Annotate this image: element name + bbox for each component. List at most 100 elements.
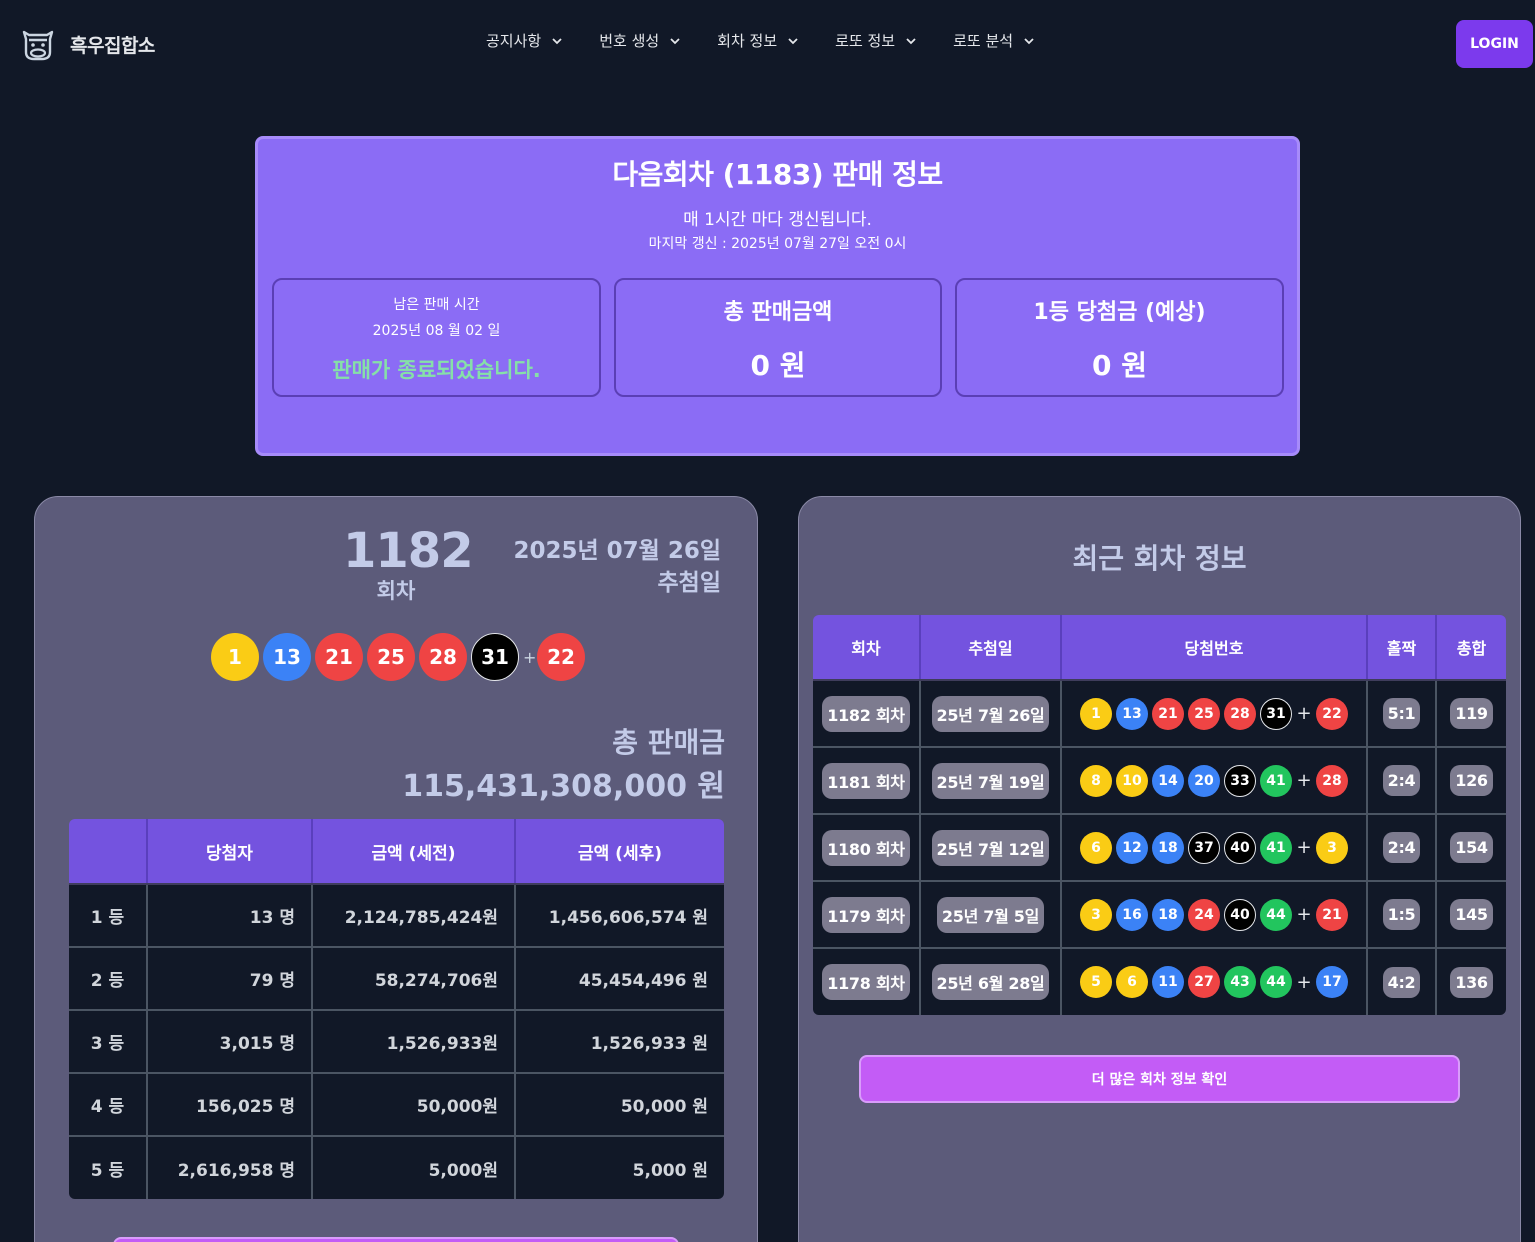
winning-balls: 6 12 18 37 40 41 +3	[1062, 831, 1366, 864]
table-cell: 2,616,958 명	[147, 1136, 313, 1199]
sum-pill: 136	[1450, 966, 1493, 998]
bonus-ball: 21	[1316, 898, 1348, 931]
recent-title: 최근 회차 정보	[1072, 542, 1247, 575]
draw-date-label: 추첨일	[657, 570, 721, 596]
total-sales-value: 0 원	[750, 349, 806, 382]
draw-date: 2025년 07월 26일 추첨일	[513, 535, 721, 599]
table-cell: 1 등	[69, 884, 148, 948]
table-cell: 50,000 원	[515, 1073, 724, 1137]
login-button[interactable]: LOGIN	[1456, 20, 1533, 68]
nav-label: 회차 정보	[717, 32, 778, 50]
plus-sign: +	[1296, 703, 1312, 724]
table-row: 2 등 79 명 58,274,706원 45,454,496 원	[69, 947, 724, 1011]
nav-lotto-analysis[interactable]: 로또 분석	[953, 30, 1035, 51]
table-cell: 4 등	[69, 1073, 148, 1137]
odd-even-cell: 4:2	[1367, 948, 1437, 1015]
sum-pill: 145	[1450, 899, 1493, 930]
more-rounds-button[interactable]: 더 많은 회차 정보 확인	[859, 1055, 1460, 1103]
prize-header-winners: 당첨자	[147, 819, 313, 885]
table-row[interactable]: 1180 회차 25년 7월 12일 6 12 18 37 40 41 +3 2:4 154	[813, 814, 1506, 882]
round-pill: 1182 회차	[822, 695, 910, 732]
table-cell: 50,000원	[312, 1073, 516, 1137]
lotto-ball: 43	[1224, 966, 1256, 998]
round-cell: 1181 회차	[813, 747, 921, 815]
lotto-ball: 31	[471, 633, 519, 681]
lotto-ball: 28	[419, 633, 467, 681]
chevron-down-icon	[1024, 37, 1034, 44]
cow-logo-icon	[22, 30, 54, 61]
lotto-ball: 33	[1224, 764, 1256, 797]
round-pill: 1180 회차	[822, 829, 910, 866]
plus-sign: +	[1296, 770, 1312, 791]
bonus-ball: 28	[1316, 764, 1348, 797]
prize-header-rank	[69, 819, 148, 885]
draw-number-unit: 회차	[376, 579, 416, 603]
chevron-down-icon	[552, 37, 562, 44]
lotto-ball: 41	[1260, 831, 1292, 864]
sum-cell: 154	[1436, 814, 1506, 882]
recent-header-numbers: 당첨번호	[1061, 615, 1368, 681]
prize-header-aftertax: 금액 (세후)	[515, 819, 724, 885]
lotto-ball: 25	[367, 633, 415, 681]
nav-label: 로또 분석	[953, 32, 1014, 50]
lotto-ball: 8	[1080, 764, 1112, 797]
nav-label: 번호 생성	[599, 32, 660, 50]
lotto-ball: 3	[1080, 898, 1112, 931]
sum-cell: 145	[1436, 881, 1506, 949]
date-cell: 25년 7월 5일	[920, 881, 1062, 949]
numbers-cell: 6 12 18 37 40 41 +3	[1061, 814, 1368, 882]
table-cell: 2 등	[69, 947, 148, 1011]
odd-even-cell: 1:5	[1367, 881, 1437, 949]
bonus-ball: 22	[1316, 697, 1348, 730]
remaining-date: 2025년 08 월 02 일	[372, 323, 501, 339]
lotto-ball: 18	[1152, 831, 1184, 864]
total-sales-box: 총 판매금액 0 원	[614, 278, 942, 397]
date-pill: 25년 7월 12일	[931, 829, 1050, 866]
plus-sign: +	[1296, 837, 1312, 858]
nav-round-info[interactable]: 회차 정보	[717, 30, 799, 51]
recent-rounds-table: 회차 추첨일 당첨번호 홀짝 총합 1182 회차 25년 7월 26일 1 13 21…	[813, 615, 1506, 1015]
main-nav: 공지사항 번호 생성 회차 정보 로또 정보 로또 분석	[486, 30, 1035, 51]
table-cell: 58,274,706원	[312, 947, 516, 1011]
lotto-ball: 1	[211, 633, 259, 681]
first-prize-label: 1등 당첨금 (예상)	[1033, 300, 1206, 325]
lotto-ball: 21	[315, 633, 363, 681]
odd-even-pill: 4:2	[1382, 966, 1421, 998]
logo[interactable]: 흑우집합소	[20, 26, 155, 62]
winning-balls: 3 16 18 24 40 44 +21	[1062, 898, 1366, 931]
lotto-ball: 28	[1224, 697, 1256, 730]
lotto-ball: 40	[1224, 898, 1256, 931]
recent-header-date: 추첨일	[920, 615, 1062, 681]
lotto-ball: 21	[1152, 697, 1184, 730]
date-cell: 25년 7월 19일	[920, 747, 1062, 815]
lotto-ball: 6	[1116, 966, 1148, 998]
table-row[interactable]: 1178 회차 25년 6월 28일 5 6 11 27 43 44 +17 4:2 136	[813, 948, 1506, 1015]
odd-even-pill: 2:4	[1382, 832, 1421, 863]
nav-label: 공지사항	[486, 32, 542, 50]
nav-lotto-info[interactable]: 로또 정보	[835, 30, 917, 51]
lotto-ball: 27	[1188, 966, 1220, 998]
recent-header-sum: 총합	[1436, 615, 1506, 681]
round-cell: 1178 회차	[813, 948, 921, 1015]
total-sales-amount: 115,431,308,000 원	[402, 769, 725, 804]
winning-balls: 1 13 21 25 28 31 +22	[211, 633, 585, 681]
sales-title: 다음회차 (1183) 판매 정보	[612, 158, 943, 191]
first-prize-box: 1등 당첨금 (예상) 0 원	[955, 278, 1284, 397]
prize-detail-button[interactable]	[113, 1237, 679, 1242]
table-cell: 5 등	[69, 1136, 148, 1199]
table-row[interactable]: 1181 회차 25년 7월 19일 8 10 14 20 33 41 +28 2:4 126	[813, 747, 1506, 815]
remaining-time-box: 남은 판매 시간 2025년 08 월 02 일 판매가 종료되었습니다.	[272, 278, 601, 397]
nav-generate[interactable]: 번호 생성	[599, 30, 681, 51]
lotto-ball: 11	[1152, 966, 1184, 998]
sum-pill: 119	[1450, 698, 1493, 729]
draw-date-value: 2025년 07월 26일	[513, 538, 721, 564]
lotto-ball: 12	[1116, 831, 1148, 864]
last-updated: 마지막 갱신 : 2025년 07월 27일 오전 0시	[648, 236, 907, 252]
table-row[interactable]: 1182 회차 25년 7월 26일 1 13 21 25 28 31 +22 5:1 119	[813, 680, 1506, 748]
table-cell: 13 명	[147, 884, 313, 948]
table-row[interactable]: 1179 회차 25년 7월 5일 3 16 18 24 40 44 +21 1:5 145	[813, 881, 1506, 949]
winning-balls: 1 13 21 25 28 31 +22	[1062, 697, 1366, 730]
plus-sign: +	[523, 647, 537, 667]
nav-notice[interactable]: 공지사항	[486, 30, 563, 51]
odd-even-pill: 1:5	[1382, 899, 1421, 930]
